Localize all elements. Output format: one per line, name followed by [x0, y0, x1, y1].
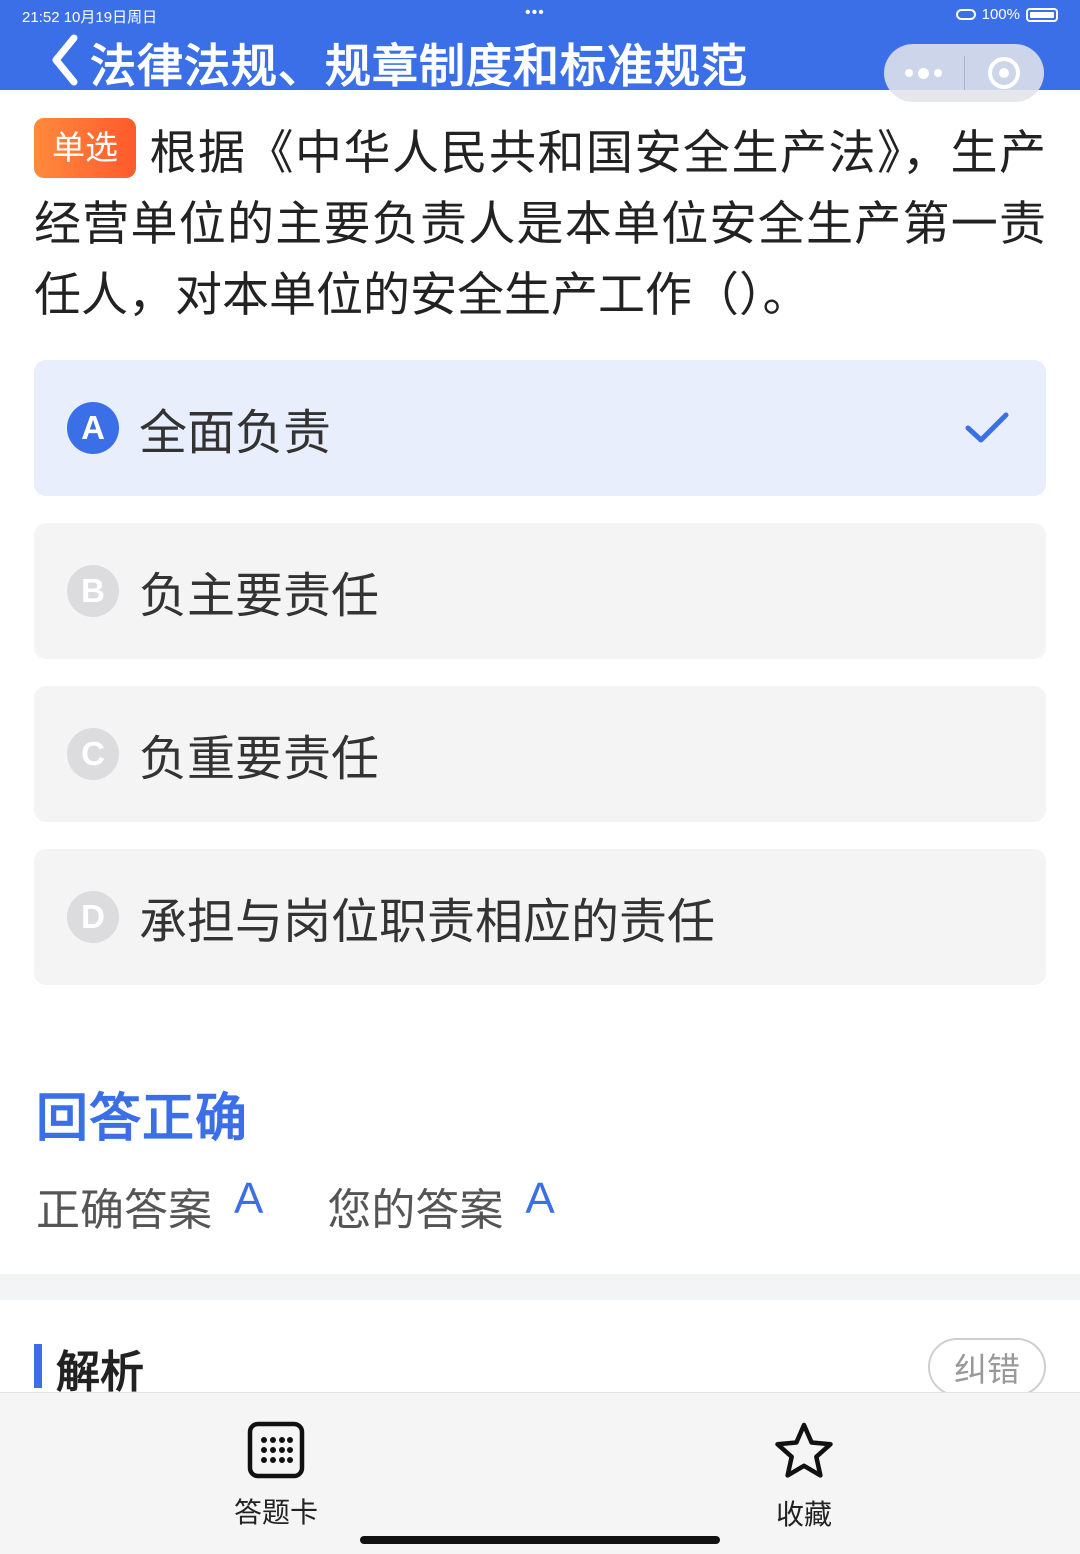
section-divider [0, 1274, 1080, 1300]
question-stem: 根据《中华人民共和国安全生产法》，生产经营单位的主要负责人是本单位安全生产第一责… [34, 126, 1046, 323]
option-c[interactable]: C 负重要责任 [34, 686, 1046, 822]
option-text: 负重要责任 [139, 731, 380, 787]
correct-answer-value: A [234, 1174, 264, 1223]
grid-icon [247, 1421, 305, 1479]
option-letter: B [67, 565, 119, 617]
your-answer-label: 您的答案 [327, 1185, 504, 1236]
option-a[interactable]: A 全面负责 [34, 360, 1046, 496]
status-right: 100% [955, 6, 1058, 23]
option-text: 负主要责任 [139, 568, 380, 624]
close-button[interactable] [965, 44, 1045, 102]
chevron-left-icon [52, 34, 78, 86]
option-d[interactable]: D 承担与岗位职责相应的责任 [34, 849, 1046, 985]
battery-percent: 100% [981, 6, 1020, 23]
back-button[interactable] [46, 34, 86, 86]
answer-card-button[interactable]: 答题卡 [196, 1421, 356, 1531]
more-dots-icon [905, 67, 943, 79]
answer-card-label: 答题卡 [233, 1496, 318, 1529]
option-letter: D [67, 891, 119, 943]
report-error-button[interactable]: 纠错 [928, 1338, 1046, 1396]
option-letter: C [67, 728, 119, 780]
check-icon [965, 412, 1009, 443]
answer-summary: 正确答案 A 您的答案 A [36, 1174, 555, 1238]
bottom-toolbar: 答题卡 收藏 [0, 1392, 1080, 1554]
home-indicator [360, 1536, 720, 1544]
favorite-button[interactable]: 收藏 [724, 1421, 884, 1533]
option-text: 承担与岗位职责相应的责任 [139, 894, 716, 950]
option-text: 全面负责 [139, 405, 332, 461]
mini-program-capsule [884, 44, 1044, 102]
more-button[interactable] [884, 44, 964, 102]
page-title: 法律法规、规章制度和标准规范 [90, 39, 748, 93]
analysis-accent-bar [34, 1344, 42, 1388]
question-type-badge: 单选 [34, 118, 136, 178]
target-icon [988, 57, 1021, 89]
battery-icon [1026, 7, 1058, 22]
status-time: 21:52 10月19日周日 [22, 9, 158, 26]
result-title: 回答正确 [36, 1089, 249, 1149]
star-icon [775, 1422, 833, 1478]
question-text: 单选 根据《中华人民共和国安全生产法》，生产经营单位的主要负责人是本单位安全生产第… [34, 118, 1046, 331]
analysis-title: 解析 [56, 1347, 144, 1398]
header-bar: 21:52 10月19日周日 ••• 100% 法律法规、规章制度和标准规范 [0, 0, 1080, 102]
option-letter: A [67, 402, 119, 454]
correct-answer-label: 正确答案 [36, 1185, 212, 1236]
link-icon [955, 9, 976, 20]
your-answer-value: A [525, 1174, 555, 1223]
favorite-label: 收藏 [775, 1498, 832, 1531]
option-b[interactable]: B 负主要责任 [34, 523, 1046, 659]
status-dots: ••• [525, 4, 545, 21]
